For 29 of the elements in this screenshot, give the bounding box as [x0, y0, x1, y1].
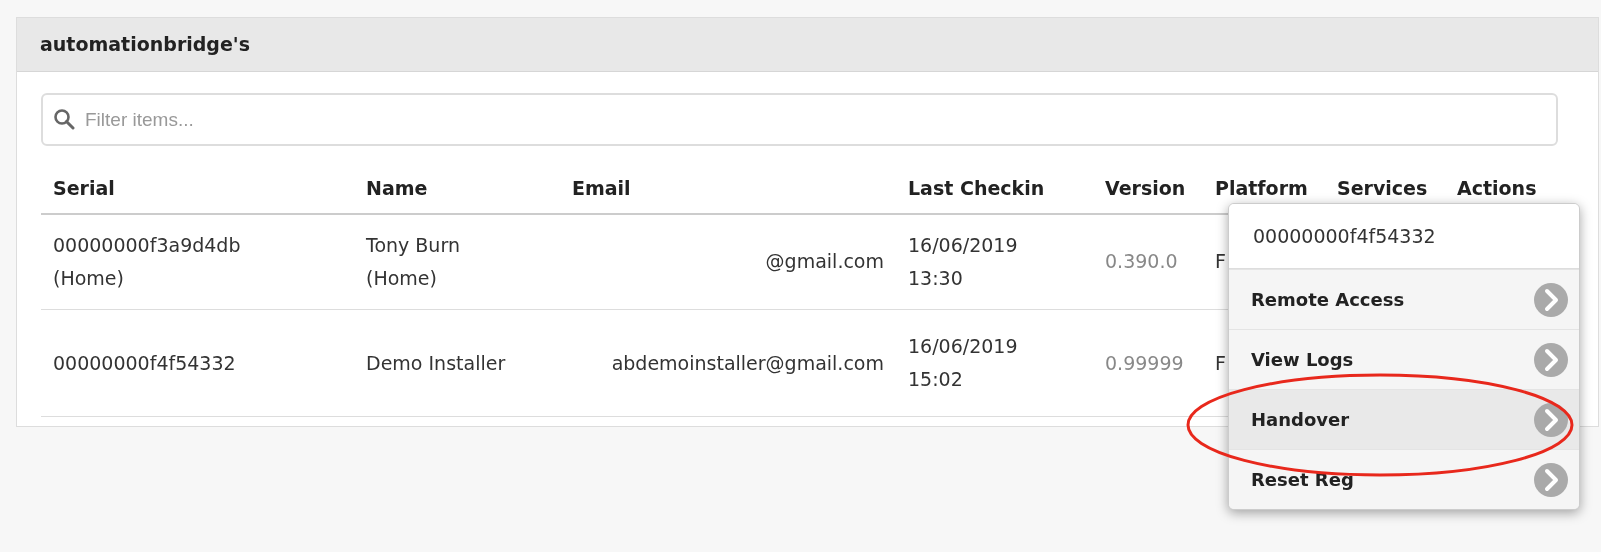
- table-cell: 16/06/2019 15:02: [908, 335, 1018, 390]
- menu-item[interactable]: Handover: [1229, 389, 1579, 449]
- table-cell: abdemoinstaller@gmail.com: [611, 351, 884, 374]
- table-cell: 16/06/2019 13:30: [908, 233, 1018, 289]
- column-header: Version: [1093, 156, 1203, 214]
- chevron-icon: [1533, 461, 1569, 498]
- table-cell: F: [1215, 351, 1226, 374]
- table-cell: @gmail.com: [765, 250, 884, 273]
- menu-item[interactable]: Reset Reg: [1229, 449, 1579, 509]
- panel-title: automationbridge's: [17, 18, 1598, 72]
- menu-title: 00000000f4f54332: [1229, 204, 1579, 269]
- table-cell: 00000000f4f54332: [53, 351, 236, 374]
- table-cell: 0.99999: [1105, 351, 1184, 374]
- menu-item[interactable]: View Logs: [1229, 329, 1579, 389]
- column-header: Email: [560, 156, 896, 214]
- table-cell: Demo Installer: [366, 351, 506, 374]
- column-header: Last Checkin: [896, 156, 1093, 214]
- column-header: Serial: [41, 156, 354, 214]
- column-header: Name: [354, 156, 560, 214]
- filter-field[interactable]: Filter items...: [41, 93, 1558, 146]
- menu-item[interactable]: Remote Access: [1229, 269, 1579, 329]
- table-cell: F: [1215, 250, 1226, 273]
- search-icon: [53, 108, 75, 130]
- chevron-icon: [1533, 401, 1569, 438]
- chevron-icon: [1533, 341, 1569, 378]
- table-cell: Tony Burn (Home): [366, 233, 460, 289]
- table-cell: 00000000f3a9d4db (Home): [53, 233, 241, 289]
- chevron-icon: [1533, 281, 1569, 318]
- table-cell: 0.390.0: [1105, 250, 1178, 273]
